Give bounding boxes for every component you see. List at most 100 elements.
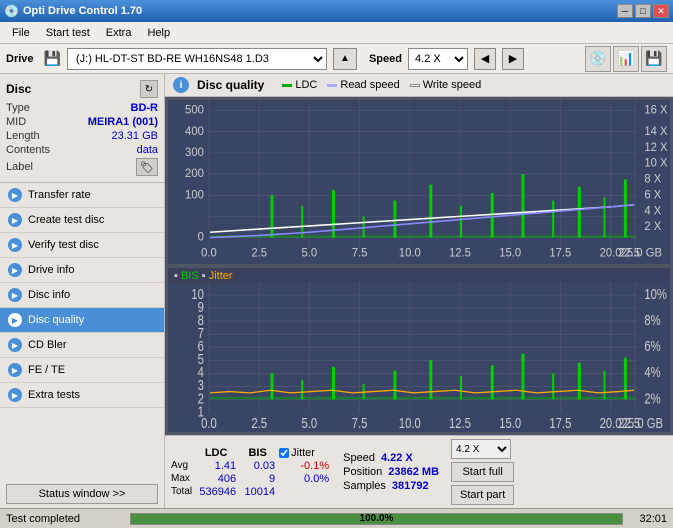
ldc-total: 536946 bbox=[196, 486, 236, 498]
menu-extra[interactable]: Extra bbox=[98, 25, 140, 41]
legend-read-speed-color bbox=[327, 84, 337, 87]
legend-write-speed-label: Write speed bbox=[423, 79, 482, 91]
toolbar-chart-button[interactable]: 📊 bbox=[613, 46, 639, 72]
content-area: i Disc quality LDC Read speed Write spee… bbox=[165, 74, 673, 508]
sidebar-item-drive-info[interactable]: ▶ Drive info bbox=[0, 258, 164, 283]
bis-header: BIS bbox=[240, 447, 275, 459]
sidebar-label-fe-te: FE / TE bbox=[28, 364, 65, 376]
drive-label: Drive bbox=[6, 53, 34, 65]
svg-text:10 X: 10 X bbox=[644, 158, 668, 170]
legend-write-speed: Write speed bbox=[410, 79, 482, 91]
toolbar-disc-button[interactable]: 💿 bbox=[585, 46, 611, 72]
chart2-legend-label: ▪ BIS ▪ Jitter bbox=[174, 270, 233, 282]
chart2-svg: 10 9 8 7 6 5 4 3 2 1 10% 8% 6% 4% 2% bbox=[168, 282, 670, 432]
sidebar-label-disc-info: Disc info bbox=[28, 289, 70, 301]
speed-right-button[interactable]: ▶ bbox=[502, 48, 524, 70]
label-icon-button[interactable]: 🏷 bbox=[136, 158, 158, 176]
svg-text:17.5: 17.5 bbox=[549, 415, 571, 432]
sidebar-item-extra-tests[interactable]: ▶ Extra tests bbox=[0, 383, 164, 408]
window-controls: ─ □ ✕ bbox=[617, 4, 669, 18]
svg-text:10.0: 10.0 bbox=[399, 247, 421, 259]
sidebar-item-fe-te[interactable]: ▶ FE / TE bbox=[0, 358, 164, 383]
svg-text:8 X: 8 X bbox=[644, 173, 661, 185]
svg-text:15.0: 15.0 bbox=[499, 415, 521, 432]
chart1: 500 400 300 200 100 0 16 X 14 X 12 X 10 … bbox=[167, 99, 671, 265]
sidebar-label-cd-bler: CD Bler bbox=[28, 339, 67, 351]
menu-file[interactable]: File bbox=[4, 25, 38, 41]
drive-select[interactable]: (J:) HL-DT-ST BD-RE WH16NS48 1.D3 bbox=[67, 48, 327, 70]
sidebar-item-verify-test-disc[interactable]: ▶ Verify test disc bbox=[0, 233, 164, 258]
svg-text:4 X: 4 X bbox=[644, 205, 661, 217]
menu-help[interactable]: Help bbox=[139, 25, 178, 41]
svg-text:200: 200 bbox=[185, 168, 204, 180]
svg-text:0.0: 0.0 bbox=[201, 415, 217, 432]
minimize-button[interactable]: ─ bbox=[617, 4, 633, 18]
menu-start-test[interactable]: Start test bbox=[38, 25, 98, 41]
speed-left-button[interactable]: ◀ bbox=[474, 48, 496, 70]
speed-select-stats[interactable]: 4.2 X bbox=[451, 439, 511, 459]
app-title: Opti Drive Control 1.70 bbox=[23, 5, 617, 17]
svg-text:17.5: 17.5 bbox=[549, 247, 571, 259]
extra-tests-icon: ▶ bbox=[8, 388, 22, 402]
svg-text:15.0: 15.0 bbox=[499, 247, 521, 259]
sidebar-label-transfer-rate: Transfer rate bbox=[28, 189, 91, 201]
legend-read-speed-label: Read speed bbox=[340, 79, 399, 91]
svg-text:25.0 GB: 25.0 GB bbox=[622, 415, 663, 432]
chart2: ▪ BIS ▪ Jitter bbox=[167, 267, 671, 433]
contents-label: Contents bbox=[6, 144, 50, 156]
cd-bler-icon: ▶ bbox=[8, 338, 22, 352]
contents-value: data bbox=[137, 144, 158, 156]
disc-panel: Disc ↻ Type BD-R MID MEIRA1 (001) Length… bbox=[0, 74, 164, 183]
sidebar-item-create-test-disc[interactable]: ▶ Create test disc bbox=[0, 208, 164, 233]
toolbar-save-button[interactable]: 💾 bbox=[641, 46, 667, 72]
sidebar-item-cd-bler[interactable]: ▶ CD Bler bbox=[0, 333, 164, 358]
speed-info-label: Speed bbox=[343, 452, 375, 464]
disc-quality-title: Disc quality bbox=[197, 78, 264, 92]
sidebar-label-drive-info: Drive info bbox=[28, 264, 74, 276]
eject-button[interactable]: ▲ bbox=[333, 48, 357, 70]
mid-label: MID bbox=[6, 116, 26, 128]
svg-text:8%: 8% bbox=[644, 312, 660, 329]
speed-info: Speed 4.22 X Position 23862 MB Samples 3… bbox=[343, 452, 439, 492]
legend-write-speed-color bbox=[410, 84, 420, 87]
disc-info-icon: ▶ bbox=[8, 288, 22, 302]
svg-text:2%: 2% bbox=[644, 390, 660, 407]
progress-bar: 100.0% bbox=[130, 513, 623, 525]
sidebar-item-transfer-rate[interactable]: ▶ Transfer rate bbox=[0, 183, 164, 208]
stats-bar: LDC BIS Jitter Avg 1.41 0.03 -0.1% Max 4… bbox=[165, 435, 673, 508]
svg-text:100: 100 bbox=[185, 189, 204, 201]
svg-text:7.5: 7.5 bbox=[352, 415, 368, 432]
svg-text:4%: 4% bbox=[644, 364, 660, 381]
sidebar-item-disc-info[interactable]: ▶ Disc info bbox=[0, 283, 164, 308]
disc-refresh-button[interactable]: ↻ bbox=[140, 80, 158, 98]
maximize-button[interactable]: □ bbox=[635, 4, 651, 18]
speed-info-val: 4.22 X bbox=[381, 452, 413, 464]
disc-quality-header: i Disc quality LDC Read speed Write spee… bbox=[165, 74, 673, 97]
svg-text:16 X: 16 X bbox=[644, 105, 668, 117]
start-part-button[interactable]: Start part bbox=[451, 485, 514, 505]
svg-text:12.5: 12.5 bbox=[449, 247, 471, 259]
drivebar: Drive 💾 (J:) HL-DT-ST BD-RE WH16NS48 1.D… bbox=[0, 44, 673, 74]
speed-select[interactable]: 4.2 X bbox=[408, 48, 468, 70]
svg-text:7.5: 7.5 bbox=[352, 247, 368, 259]
sidebar-label-extra-tests: Extra tests bbox=[28, 389, 80, 401]
length-value: 23.31 GB bbox=[112, 130, 158, 142]
svg-text:0.0: 0.0 bbox=[201, 247, 217, 259]
toolbar-icons: 💿 📊 💾 bbox=[585, 46, 667, 72]
statusbar: Test completed 100.0% 32:01 bbox=[0, 508, 673, 528]
svg-text:5.0: 5.0 bbox=[302, 415, 318, 432]
legend-ldc: LDC bbox=[282, 79, 317, 91]
ldc-header: LDC bbox=[196, 447, 236, 459]
close-button[interactable]: ✕ bbox=[653, 4, 669, 18]
chart1-legend: LDC Read speed Write speed bbox=[282, 79, 481, 91]
start-full-button[interactable]: Start full bbox=[451, 462, 514, 482]
samples-val: 381792 bbox=[392, 480, 429, 492]
jitter-checkbox[interactable] bbox=[279, 448, 289, 458]
fe-te-icon: ▶ bbox=[8, 363, 22, 377]
status-window-button[interactable]: Status window >> bbox=[6, 484, 158, 504]
svg-text:5.0: 5.0 bbox=[302, 247, 318, 259]
sidebar-label-create-test-disc: Create test disc bbox=[28, 214, 104, 226]
jitter-header: Jitter bbox=[291, 447, 315, 459]
sidebar-item-disc-quality[interactable]: ▶ Disc quality bbox=[0, 308, 164, 333]
svg-text:300: 300 bbox=[185, 147, 204, 159]
